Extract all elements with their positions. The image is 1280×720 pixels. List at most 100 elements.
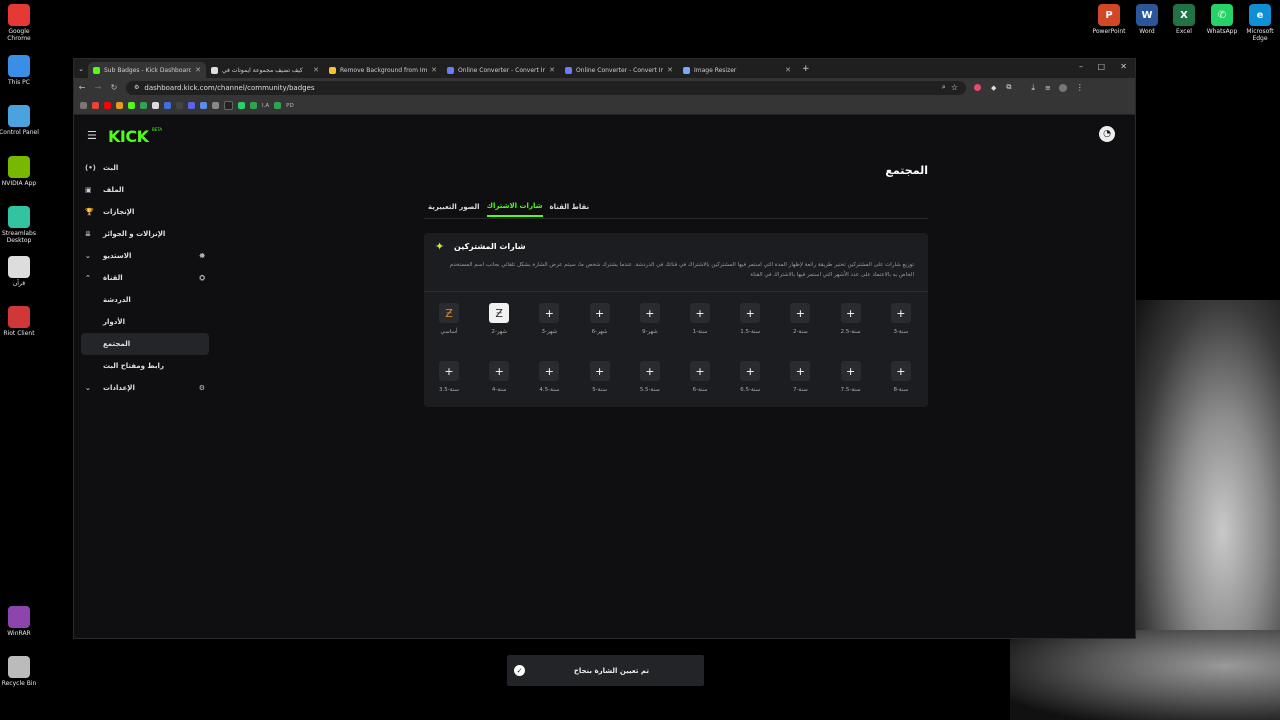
add-badge-icon[interactable]: + xyxy=(439,361,459,381)
download-icon[interactable]: ⤓ xyxy=(1031,83,1035,93)
badge-slot-cell[interactable]: + شهر-3 xyxy=(529,303,569,349)
desktop-icon[interactable]: W Word xyxy=(1127,4,1167,35)
bookmark-ia-icon[interactable] xyxy=(250,102,257,109)
badge-slot-cell[interactable]: + سنة-2.5 xyxy=(831,303,871,349)
new-tab-button[interactable]: + xyxy=(802,64,810,74)
add-badge-icon[interactable]: + xyxy=(539,303,560,323)
bookmark-pd-label[interactable]: PD xyxy=(286,103,294,109)
sidebar-action-icon[interactable]: ⛯ xyxy=(199,252,205,261)
desktop-icon[interactable]: NVIDIA App xyxy=(0,156,39,187)
add-badge-icon[interactable]: + xyxy=(890,303,911,323)
sidebar-item[interactable]: ⇊ الإنزالات و الجوائز xyxy=(81,223,209,245)
badge-slot-cell[interactable]: + شهر-9 xyxy=(630,303,670,349)
add-badge-icon[interactable]: + xyxy=(690,303,710,323)
add-badge-icon[interactable]: + xyxy=(790,361,811,381)
sidebar-item[interactable]: رابط ومفتاح البث xyxy=(81,355,209,377)
bookmark-discord-icon[interactable] xyxy=(188,102,195,109)
badge-slot-cell[interactable]: + سنة-7.5 xyxy=(831,361,871,407)
badge-slot-cell[interactable]: Ƶ أساسي xyxy=(429,303,469,349)
badge-image-icon[interactable]: Ƶ xyxy=(489,303,510,323)
kick-logo[interactable]: KICK xyxy=(108,127,149,146)
add-badge-icon[interactable]: + xyxy=(890,361,911,381)
sidebar-item[interactable]: ▣ الملف xyxy=(81,179,209,201)
badge-slot-cell[interactable]: + شهر-6 xyxy=(580,303,620,349)
extension-icon[interactable] xyxy=(974,84,981,91)
extension-icon-2[interactable]: ◆ xyxy=(991,84,996,92)
desktop-icon[interactable]: X Excel xyxy=(1164,4,1204,35)
sidebar-item[interactable]: الدردشة xyxy=(81,289,209,311)
bookmark-green-icon[interactable] xyxy=(140,102,147,109)
bookmark-b-icon[interactable] xyxy=(116,102,123,109)
forward-icon[interactable]: → xyxy=(90,83,106,92)
tab-close-icon[interactable]: ✕ xyxy=(549,66,555,74)
apps-grid-icon[interactable] xyxy=(80,102,87,109)
desktop-icon[interactable]: Recycle Bin xyxy=(0,656,39,687)
badge-slot-cell[interactable]: + سنة-1.5 xyxy=(730,303,770,349)
add-badge-icon[interactable]: + xyxy=(489,361,510,381)
badge-slot-cell[interactable]: + سنة-8 xyxy=(881,361,921,407)
browser-tab[interactable]: Online Converter - Convert Ima ✕ xyxy=(560,62,678,78)
desktop-icon[interactable]: قرآن xyxy=(0,256,39,287)
user-avatar[interactable]: ◔ xyxy=(1099,126,1115,142)
profile-avatar-icon[interactable] xyxy=(1058,83,1067,92)
desktop-icon[interactable]: P PowerPoint xyxy=(1089,4,1129,35)
bookmark-blue-icon[interactable] xyxy=(164,102,171,109)
tab-close-icon[interactable]: ✕ xyxy=(431,66,437,74)
desktop-icon[interactable]: Google Chrome xyxy=(0,4,39,42)
browser-tab[interactable]: Online Converter - Convert Ima ✕ xyxy=(442,62,560,78)
close-window-icon[interactable]: ✕ xyxy=(1120,62,1127,71)
badge-slot-cell[interactable]: + سنة-4.5 xyxy=(529,361,569,407)
badge-slot-cell[interactable]: + سنة-7 xyxy=(780,361,820,407)
community-tab[interactable]: الصور التعبيرية xyxy=(428,196,480,217)
add-badge-icon[interactable]: + xyxy=(589,303,610,323)
tab-close-icon[interactable]: ✕ xyxy=(195,66,201,74)
media-icon[interactable]: ≡ xyxy=(1045,84,1051,92)
add-badge-icon[interactable]: + xyxy=(840,361,861,381)
badge-slot-cell[interactable]: + سنة-3 xyxy=(881,303,921,349)
badge-slot-cell[interactable]: + سنة-1 xyxy=(680,303,720,349)
sidebar-action-icon[interactable]: ⛭ xyxy=(199,274,205,283)
maximize-icon[interactable]: □ xyxy=(1097,62,1105,71)
add-badge-icon[interactable]: + xyxy=(840,303,861,323)
hamburger-menu-icon[interactable]: ☰ xyxy=(87,129,97,142)
bookmark-whatsapp-icon[interactable] xyxy=(238,102,245,109)
bookmark-tiktok-icon[interactable] xyxy=(224,101,233,110)
browser-tab[interactable]: كيف تضيف مجموعة ايموتات في ✕ xyxy=(206,62,324,78)
sidebar-item[interactable]: الأدوار xyxy=(81,311,209,333)
badge-slot-cell[interactable]: + سنة-5 xyxy=(580,361,620,407)
menu-kebab-icon[interactable]: ⋮ xyxy=(1076,83,1084,92)
tab-close-icon[interactable]: ✕ xyxy=(313,66,319,74)
minimize-icon[interactable]: – xyxy=(1079,62,1083,71)
zoom-icon[interactable]: ⌕ xyxy=(942,83,946,92)
add-badge-icon[interactable]: + xyxy=(539,361,560,381)
add-badge-icon[interactable]: + xyxy=(639,303,660,323)
add-badge-icon[interactable]: + xyxy=(790,303,811,323)
bookmark-white-icon[interactable] xyxy=(152,102,159,109)
extensions-puzzle-icon[interactable]: ⧉ xyxy=(1006,83,1011,92)
community-tab[interactable]: نقاط القناة xyxy=(550,196,590,217)
bookmark-kick-icon[interactable] xyxy=(128,102,135,109)
badge-slot-cell[interactable]: + سنة-6.5 xyxy=(730,361,770,407)
reload-icon[interactable]: ↻ xyxy=(106,83,122,92)
tab-close-icon[interactable]: ✕ xyxy=(667,66,673,74)
add-badge-icon[interactable]: + xyxy=(740,303,761,323)
url-input[interactable]: ⚙ dashboard.kick.com/channel/community/b… xyxy=(126,80,966,95)
bookmark-star-icon[interactable]: ☆ xyxy=(951,83,958,92)
browser-tab[interactable]: Remove Background from Imag ✕ xyxy=(324,62,442,78)
desktop-icon[interactable]: WinRAR xyxy=(0,606,39,637)
desktop-icon[interactable]: Riot Client xyxy=(0,306,39,337)
bookmark-pd-icon[interactable] xyxy=(274,102,282,109)
sidebar-item[interactable]: ⌄ الإعدادات ⚙ xyxy=(81,377,209,399)
add-badge-icon[interactable]: + xyxy=(589,361,610,381)
add-badge-icon[interactable]: + xyxy=(690,361,710,381)
bookmark-youtube-icon[interactable] xyxy=(104,102,111,109)
desktop-icon[interactable]: ✆ WhatsApp xyxy=(1202,4,1242,35)
desktop-icon[interactable]: This PC xyxy=(0,55,39,86)
badge-slot-cell[interactable]: + سنة-6 xyxy=(680,361,720,407)
badge-slot-cell[interactable]: + سنة-3.5 xyxy=(429,361,469,407)
add-badge-icon[interactable]: + xyxy=(639,361,660,381)
tab-close-icon[interactable]: ✕ xyxy=(785,66,791,74)
bookmark-gmail-icon[interactable] xyxy=(92,102,99,109)
badge-slot-cell[interactable]: + سنة-4 xyxy=(479,361,519,407)
desktop-icon[interactable]: Control Panel xyxy=(0,105,39,136)
